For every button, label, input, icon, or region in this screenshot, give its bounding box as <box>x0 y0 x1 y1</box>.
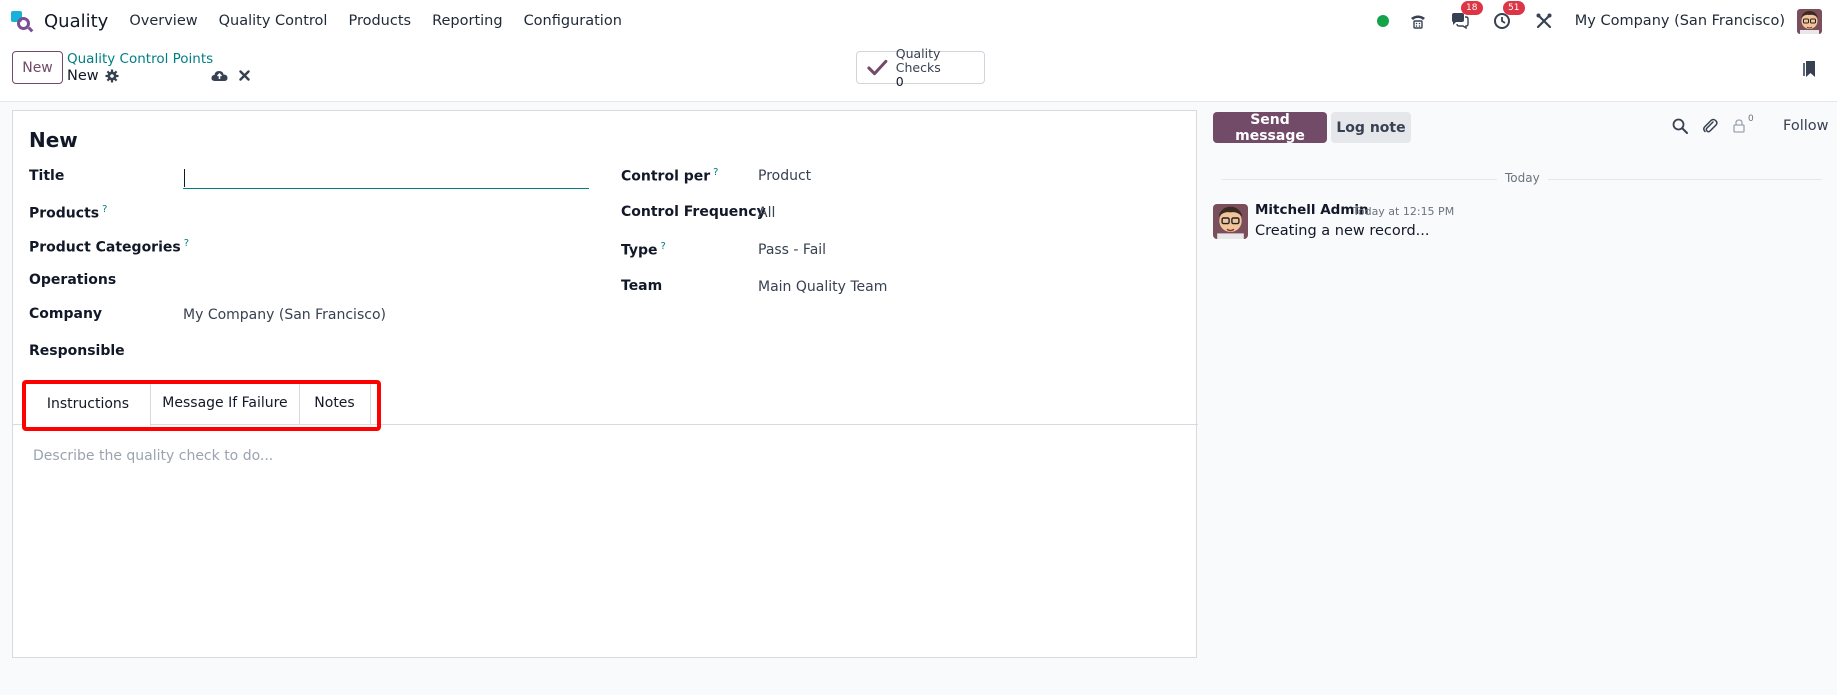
messages-badge: 18 <box>1460 1 1483 15</box>
navbar-systray: 18 51 My Company (San Francisco) <box>1376 0 1837 42</box>
smart-button-value: 0 <box>895 73 904 89</box>
form-title: New <box>29 128 78 152</box>
company-field[interactable]: My Company (San Francisco) <box>183 307 386 323</box>
activities-clock-icon[interactable]: 51 <box>1491 1 1525 32</box>
follow-button[interactable]: Follow <box>1783 118 1828 134</box>
follower-lock-icon[interactable] <box>1733 119 1745 133</box>
menu-products[interactable]: Products <box>348 13 411 29</box>
menu-overview[interactable]: Overview <box>129 13 197 29</box>
message-author[interactable]: Mitchell Admin <box>1255 202 1369 218</box>
type-field[interactable]: Pass - Fail <box>758 242 826 258</box>
control-per-field[interactable]: Product <box>758 168 811 184</box>
instructions-editor[interactable]: Describe the quality check to do... <box>33 448 273 464</box>
gear-icon[interactable] <box>105 69 119 83</box>
company-label: Company <box>29 306 103 322</box>
menu-quality-control[interactable]: Quality Control <box>219 13 328 29</box>
smart-button-label: Quality Checks <box>895 45 941 75</box>
company-switcher[interactable]: My Company (San Francisco) <box>1575 13 1785 29</box>
tab-instructions[interactable]: Instructions <box>25 381 151 426</box>
notebook-tabs: Instructions Message If Failure Notes <box>13 381 1198 426</box>
team-label: Team <box>621 278 663 294</box>
log-note-button[interactable]: Log note <box>1331 112 1411 143</box>
responsible-label: Responsible <box>29 343 125 359</box>
title-input[interactable] <box>183 165 589 189</box>
type-label: Type? <box>621 241 666 259</box>
quality-app-icon <box>10 9 34 33</box>
paperclip-icon[interactable] <box>1702 118 1718 134</box>
user-avatar[interactable] <box>1797 8 1822 34</box>
text-caret <box>184 169 185 187</box>
menu-configuration[interactable]: Configuration <box>524 13 622 29</box>
new-button[interactable]: New <box>12 51 63 84</box>
product-categories-field[interactable] <box>183 238 589 258</box>
search-icon[interactable] <box>1672 118 1688 134</box>
follower-count: 0 <box>1748 114 1754 124</box>
tab-notes[interactable]: Notes <box>299 381 370 425</box>
menu-reporting[interactable]: Reporting <box>432 13 503 29</box>
app-brand[interactable]: Quality <box>10 9 108 33</box>
title-label: Title <box>29 168 65 184</box>
check-icon <box>867 59 888 75</box>
control-frequency-label: Control Frequency <box>621 204 766 220</box>
messages-icon[interactable]: 18 <box>1449 1 1483 32</box>
products-field[interactable] <box>183 204 589 224</box>
record-name: New <box>67 68 119 84</box>
app-name: Quality <box>44 10 109 32</box>
tab-divider <box>370 381 371 425</box>
responsible-field[interactable] <box>183 343 589 363</box>
control-panel: New Quality Control Points New Quality C… <box>0 42 1837 102</box>
help-tooltip-icon[interactable]: ? <box>661 241 666 252</box>
debug-tools-icon[interactable] <box>1533 10 1555 32</box>
phone-icon[interactable] <box>1407 10 1429 32</box>
message-body: Creating a new record... <box>1255 223 1430 239</box>
operations-label: Operations <box>29 272 117 288</box>
date-divider-label: Today <box>1497 171 1548 185</box>
discard-close-icon[interactable] <box>239 70 250 81</box>
tab-message-if-failure[interactable]: Message If Failure <box>151 381 299 425</box>
send-message-button[interactable]: Send message <box>1213 112 1327 144</box>
help-tooltip-icon[interactable]: ? <box>102 204 107 215</box>
product-categories-label: Product Categories? <box>29 238 190 256</box>
products-label: Products? <box>29 204 108 222</box>
breadcrumb-quality-control-points[interactable]: Quality Control Points <box>67 51 213 67</box>
help-tooltip-icon[interactable]: ? <box>713 167 718 178</box>
save-cloud-icon[interactable] <box>211 69 228 82</box>
activities-badge: 51 <box>1502 1 1525 15</box>
top-navbar: Quality Overview Quality Control Product… <box>0 0 1837 42</box>
control-per-label: Control per? <box>621 167 719 185</box>
presence-status-icon[interactable] <box>1376 15 1389 27</box>
message-author-avatar[interactable] <box>1213 204 1248 239</box>
control-frequency-field[interactable]: All <box>758 205 775 221</box>
quality-checks-smart-button[interactable]: Quality Checks 0 <box>856 46 985 88</box>
main-menu: Overview Quality Control Products Report… <box>129 13 643 29</box>
operations-field[interactable] <box>183 272 589 292</box>
bookmark-icon[interactable] <box>1803 60 1817 78</box>
form-sheet: New Title Products? Product Categories? … <box>12 110 1198 658</box>
team-field[interactable]: Main Quality Team <box>758 279 887 295</box>
message-timestamp: Today at 12:15 PM <box>1353 205 1455 218</box>
record-name-label: New <box>67 68 99 84</box>
